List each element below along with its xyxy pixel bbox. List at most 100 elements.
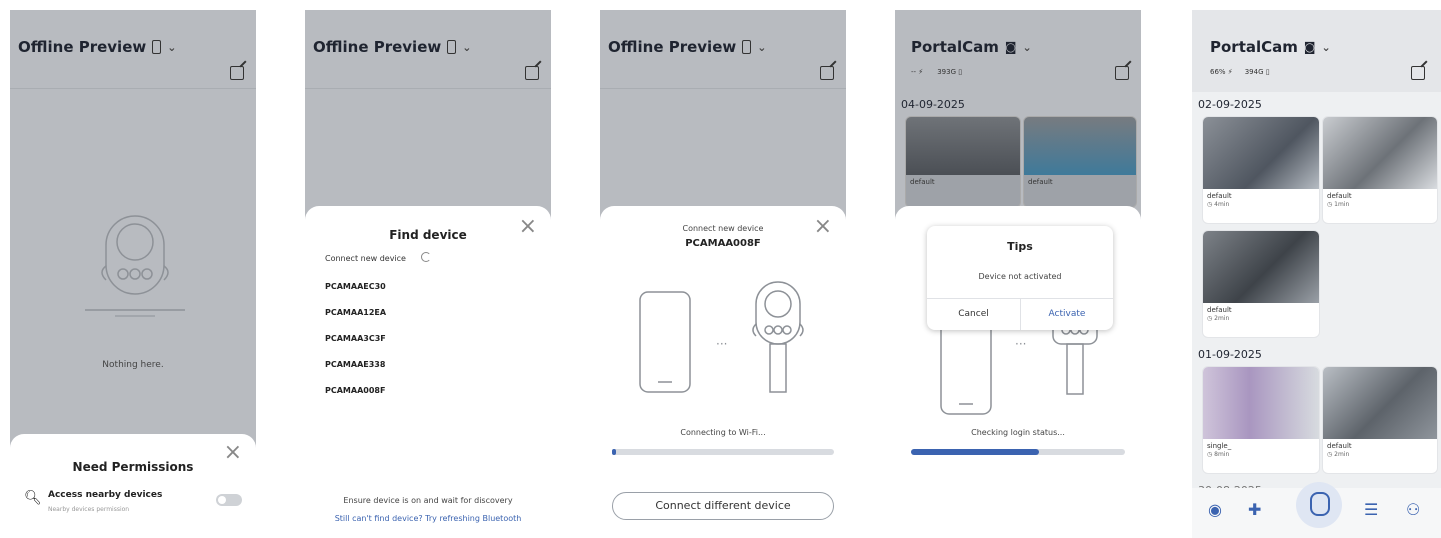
screen-checking-login: PortalCam ◙ ⌄ -- ⚡ 393G ▯ 04-09-2025 def… [895,10,1141,538]
recording-thumbnail[interactable]: default [905,116,1021,208]
device-item[interactable]: PCAMAA3C3F [325,334,386,343]
gallery-icon[interactable]: ◉ [1208,500,1222,519]
recording-duration: ◷ 2min [1327,451,1350,458]
recording-card[interactable]: default ◷ 1min [1322,116,1438,224]
date-header: 04-09-2025 [901,98,965,111]
screen-recordings-list: PortalCam ◙ ⌄ 66% ⚡ 394G ▯ 02-09-2025 de… [1192,10,1441,538]
recording-thumbnail[interactable]: default [1023,116,1137,208]
battery-status: -- ⚡ [911,68,924,76]
edit-icon[interactable] [1411,66,1425,80]
camera-icon: ◙ [1303,40,1316,54]
device-selector[interactable]: Offline Preview ⌄ [18,38,176,56]
edit-icon[interactable] [230,66,244,80]
empty-state-text: Nothing here. [102,360,164,370]
device-selector[interactable]: Offline Preview ⌄ [608,38,766,56]
login-progress [911,449,1125,455]
camera-icon: ◙ [1004,40,1017,54]
search-icon: 🔍︎ [24,490,42,506]
edit-icon[interactable] [820,66,834,80]
permission-toggle[interactable] [216,494,242,506]
page-title: PortalCam [1210,38,1298,56]
recording-name: single_ [1207,442,1232,450]
recording-duration: ◷ 2min [1207,315,1230,322]
login-progress-fill [911,449,1040,455]
phone-icon [447,40,457,54]
phone-icon [742,40,752,54]
header-divider [600,88,846,89]
page-title: Offline Preview [608,38,737,56]
storage-status: 394G ▯ [1244,68,1270,76]
connect-different-device-button[interactable]: Connect different device [612,492,834,520]
header-divider [305,88,551,89]
recording-name: default [1327,442,1352,450]
storage-status: 393G ▯ [937,68,963,76]
battery-status: 66% ⚡ [1210,68,1233,76]
camera-empty-illustration [85,215,185,317]
date-header: 02-09-2025 [1198,98,1262,111]
recording-name: default [1207,192,1232,200]
chevron-down-icon: ⌄ [167,40,177,54]
screen-find-device: Offline Preview ⌄ × Find device Connect … [305,10,551,538]
svg-text:···: ··· [1015,337,1026,351]
permission-description: Nearby devices permission [48,506,130,513]
dialog-title: Tips [1007,240,1033,253]
discovery-hint: Ensure device is on and wait for discove… [343,496,513,505]
chevron-down-icon: ⌄ [462,40,472,54]
device-item[interactable]: PCAMAA008F [325,386,385,395]
sheet-title: Find device [389,228,467,242]
device-selector[interactable]: Offline Preview ⌄ [313,38,471,56]
pairing-illustration: ··· [639,281,804,393]
device-stats: 66% ⚡ 394G ▯ [1210,68,1270,76]
date-header: 01-09-2025 [1198,348,1262,361]
recording-preview [1203,117,1319,189]
chevron-down-icon: ⌄ [1022,40,1032,54]
edit-icon[interactable] [525,66,539,80]
device-item[interactable]: PCAMAA12EA [325,308,386,317]
recording-card[interactable]: default ◷ 2min [1202,230,1320,338]
phone-icon [152,40,162,54]
page-title: Offline Preview [313,38,442,56]
recording-name: default [910,178,935,186]
recording-card[interactable]: default ◷ 2min [1322,366,1438,474]
page-title: Offline Preview [18,38,147,56]
recording-duration: ◷ 4min [1207,201,1230,208]
device-item[interactable]: PCAMAAEC30 [325,282,386,291]
screen-connecting: Offline Preview ⌄ × Connect new device P… [600,10,846,538]
page-title: PortalCam [911,38,999,56]
recording-card[interactable]: single_ ◷ 8min [1202,366,1320,474]
connect-sheet: × Connect new device PCAMAA008F ··· Conn… [600,206,846,538]
permissions-sheet: × Need Permissions 🔍︎ Access nearby devi… [10,434,256,538]
connection-progress [612,449,834,455]
device-id: PCAMAA008F [685,238,761,249]
dialog-message: Device not activated [978,272,1062,281]
chevron-down-icon: ⌄ [757,40,767,54]
camera-icon [1310,492,1330,516]
connection-progress-fill [612,449,617,455]
bottom-nav: ◉ ✚ ☰ ⚇ [1192,482,1441,538]
cancel-button[interactable]: Cancel [927,309,1020,319]
recording-card[interactable]: default ◷ 4min [1202,116,1320,224]
recording-preview [1323,367,1437,439]
settings-sliders-icon[interactable]: ☰ [1364,500,1378,519]
recording-preview [1323,117,1437,189]
activate-button[interactable]: Activate [1021,309,1113,319]
device-item[interactable]: PCAMAAE338 [325,360,385,369]
apps-icon[interactable]: ✚ [1248,500,1261,519]
recording-preview [1203,367,1319,439]
edit-icon[interactable] [1115,66,1129,80]
recording-duration: ◷ 8min [1207,451,1230,458]
profile-icon[interactable]: ⚇ [1406,500,1420,519]
tips-dialog: Tips Device not activated Cancel Activat… [927,226,1113,330]
device-selector[interactable]: PortalCam ◙ ⌄ [1210,38,1331,56]
permission-label: Access nearby devices [48,490,163,500]
sheet-subtitle: Connect new device [682,224,764,233]
refresh-bluetooth-link[interactable]: Still can't find device? Try refreshing … [305,514,551,523]
connection-status: Connecting to Wi-Fi... [680,428,766,437]
screen-offline-preview-empty: Offline Preview ⌄ Nothing here. × Need P… [10,10,256,538]
device-home-button[interactable] [1296,482,1342,528]
recording-name: default [1028,178,1053,186]
chevron-down-icon: ⌄ [1321,40,1331,54]
sheet-title: Need Permissions [72,460,194,474]
recording-name: default [1207,306,1232,314]
device-selector[interactable]: PortalCam ◙ ⌄ [911,38,1032,56]
